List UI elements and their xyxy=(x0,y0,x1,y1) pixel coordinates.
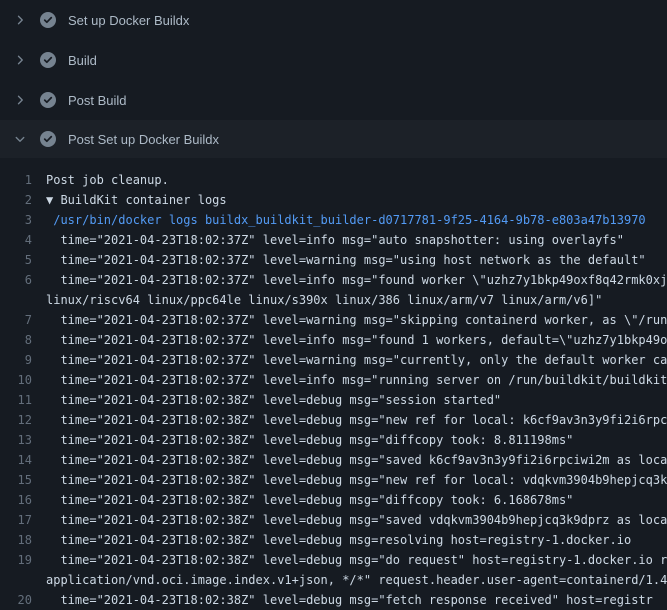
log-line: 1Post job cleanup. xyxy=(0,170,667,190)
line-number[interactable]: 15 xyxy=(0,470,46,490)
log-text: time="2021-04-23T18:02:38Z" level=debug … xyxy=(46,490,573,510)
line-number[interactable]: 18 xyxy=(0,530,46,550)
log-text: time="2021-04-23T18:02:38Z" level=debug … xyxy=(46,450,667,470)
step-row-post-set-up-docker-buildx[interactable]: Post Set up Docker Buildx xyxy=(0,120,667,158)
step-row-build[interactable]: Build xyxy=(0,40,667,80)
line-number[interactable]: 4 xyxy=(0,230,46,250)
chevron-down-icon xyxy=(12,131,28,147)
log-line: 3 /usr/bin/docker logs buildx_buildkit_b… xyxy=(0,210,667,230)
log-text: time="2021-04-23T18:02:38Z" level=debug … xyxy=(46,410,667,430)
log-text: application/vnd.oci.image.index.v1+json,… xyxy=(46,570,667,590)
log-line: 13 time="2021-04-23T18:02:38Z" level=deb… xyxy=(0,430,667,450)
log-line: 8 time="2021-04-23T18:02:37Z" level=info… xyxy=(0,330,667,350)
log-line: 20 time="2021-04-23T18:02:38Z" level=deb… xyxy=(0,590,667,610)
log-lines: 1Post job cleanup.2▼ BuildKit container … xyxy=(0,158,667,610)
line-number[interactable] xyxy=(0,570,46,590)
line-number[interactable] xyxy=(0,290,46,310)
check-circle-icon xyxy=(40,52,56,68)
log-line: 11 time="2021-04-23T18:02:38Z" level=deb… xyxy=(0,390,667,410)
line-number[interactable]: 1 xyxy=(0,170,46,190)
log-text: time="2021-04-23T18:02:37Z" level=info m… xyxy=(46,230,624,250)
line-number[interactable]: 2 xyxy=(0,190,46,210)
log-text: time="2021-04-23T18:02:37Z" level=info m… xyxy=(46,330,667,350)
log-text: time="2021-04-23T18:02:37Z" level=warnin… xyxy=(46,350,667,370)
log-group-toggle[interactable]: ▼ BuildKit container logs xyxy=(46,190,227,210)
log-line: 18 time="2021-04-23T18:02:38Z" level=deb… xyxy=(0,530,667,550)
log-text: Post job cleanup. xyxy=(46,170,169,190)
log-text: time="2021-04-23T18:02:37Z" level=warnin… xyxy=(46,310,667,330)
log-line: 17 time="2021-04-23T18:02:38Z" level=deb… xyxy=(0,510,667,530)
log-text: time="2021-04-23T18:02:38Z" level=debug … xyxy=(46,390,501,410)
log-line: 16 time="2021-04-23T18:02:38Z" level=deb… xyxy=(0,490,667,510)
log-line: 9 time="2021-04-23T18:02:37Z" level=warn… xyxy=(0,350,667,370)
log-text: time="2021-04-23T18:02:38Z" level=debug … xyxy=(46,590,653,610)
log-line: 5 time="2021-04-23T18:02:37Z" level=warn… xyxy=(0,250,667,270)
step-row-post-build[interactable]: Post Build xyxy=(0,80,667,120)
log-text: linux/riscv64 linux/ppc64le linux/s390x … xyxy=(46,290,602,310)
log-line: 12 time="2021-04-23T18:02:38Z" level=deb… xyxy=(0,410,667,430)
chevron-right-icon xyxy=(12,12,28,28)
line-number[interactable]: 5 xyxy=(0,250,46,270)
log-command-text: /usr/bin/docker logs buildx_buildkit_bui… xyxy=(46,210,646,230)
log-line: linux/riscv64 linux/ppc64le linux/s390x … xyxy=(0,290,667,310)
step-label: Set up Docker Buildx xyxy=(68,13,189,28)
log-line: 15 time="2021-04-23T18:02:38Z" level=deb… xyxy=(0,470,667,490)
step-row-set-up-docker-buildx[interactable]: Set up Docker Buildx xyxy=(0,0,667,40)
line-number[interactable]: 3 xyxy=(0,210,46,230)
line-number[interactable]: 16 xyxy=(0,490,46,510)
line-number[interactable]: 9 xyxy=(0,350,46,370)
chevron-right-icon xyxy=(12,92,28,108)
log-text: time="2021-04-23T18:02:38Z" level=debug … xyxy=(46,470,667,490)
line-number[interactable]: 17 xyxy=(0,510,46,530)
chevron-right-icon xyxy=(12,52,28,68)
log-line: application/vnd.oci.image.index.v1+json,… xyxy=(0,570,667,590)
log-line: 10 time="2021-04-23T18:02:37Z" level=inf… xyxy=(0,370,667,390)
log-text: time="2021-04-23T18:02:38Z" level=debug … xyxy=(46,430,573,450)
line-number[interactable]: 7 xyxy=(0,310,46,330)
line-number[interactable]: 8 xyxy=(0,330,46,350)
line-number[interactable]: 20 xyxy=(0,590,46,610)
log-text: time="2021-04-23T18:02:37Z" level=info m… xyxy=(46,270,667,290)
log-text: time="2021-04-23T18:02:38Z" level=debug … xyxy=(46,510,667,530)
log-line: 6 time="2021-04-23T18:02:37Z" level=info… xyxy=(0,270,667,290)
line-number[interactable]: 6 xyxy=(0,270,46,290)
log-text: time="2021-04-23T18:02:38Z" level=debug … xyxy=(46,530,631,550)
check-circle-icon xyxy=(40,12,56,28)
step-label: Build xyxy=(68,53,97,68)
line-number[interactable]: 10 xyxy=(0,370,46,390)
log-line: 14 time="2021-04-23T18:02:38Z" level=deb… xyxy=(0,450,667,470)
log-line: 4 time="2021-04-23T18:02:37Z" level=info… xyxy=(0,230,667,250)
log-text: time="2021-04-23T18:02:38Z" level=debug … xyxy=(46,550,667,570)
line-number[interactable]: 19 xyxy=(0,550,46,570)
log-line: 19 time="2021-04-23T18:02:38Z" level=deb… xyxy=(0,550,667,570)
log-text: time="2021-04-23T18:02:37Z" level=info m… xyxy=(46,370,667,390)
line-number[interactable]: 12 xyxy=(0,410,46,430)
line-number[interactable]: 14 xyxy=(0,450,46,470)
check-circle-icon xyxy=(40,92,56,108)
step-label: Post Build xyxy=(68,93,127,108)
step-label: Post Set up Docker Buildx xyxy=(68,132,219,147)
check-circle-icon xyxy=(40,131,56,147)
log-text: time="2021-04-23T18:02:37Z" level=warnin… xyxy=(46,250,646,270)
steps-list: Set up Docker Buildx Build xyxy=(0,0,667,158)
line-number[interactable]: 11 xyxy=(0,390,46,410)
log-line: 2▼ BuildKit container logs xyxy=(0,190,667,210)
line-number[interactable]: 13 xyxy=(0,430,46,450)
log-line: 7 time="2021-04-23T18:02:37Z" level=warn… xyxy=(0,310,667,330)
